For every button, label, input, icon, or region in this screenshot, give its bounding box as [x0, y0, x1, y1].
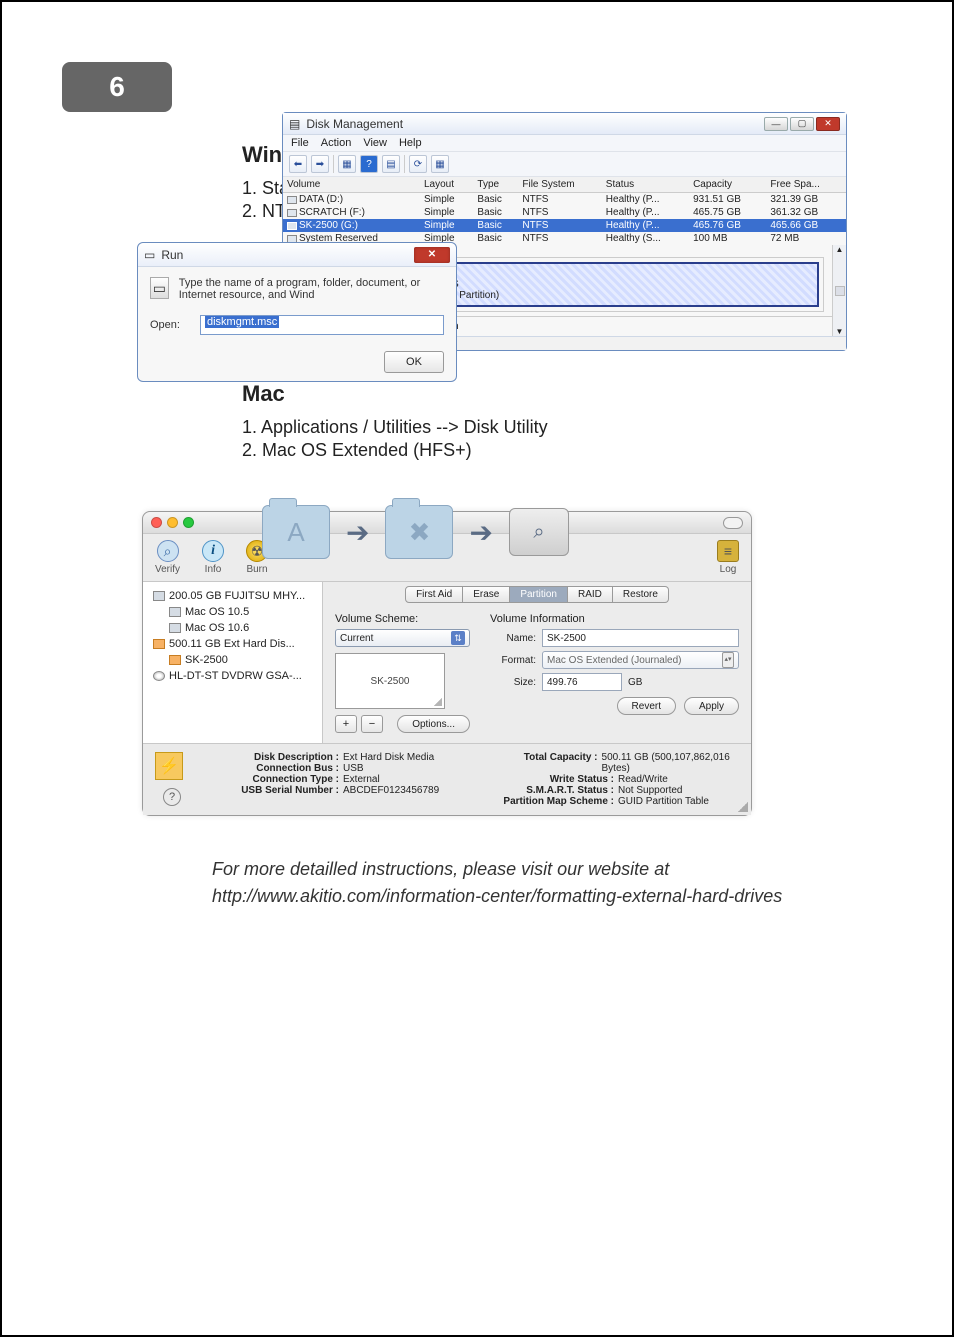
- back-icon[interactable]: ⬅: [289, 155, 307, 173]
- disk-icon: [153, 639, 165, 649]
- disk-management-title: Disk Management: [306, 117, 764, 131]
- close-icon[interactable]: [151, 517, 162, 528]
- menu-file[interactable]: File: [291, 137, 309, 149]
- tab-restore[interactable]: Restore: [613, 586, 669, 603]
- arrow-icon: ➔: [469, 516, 492, 549]
- tab-bar: First AidErasePartitionRAIDRestore: [335, 586, 739, 603]
- list-icon[interactable]: ▤: [382, 155, 400, 173]
- col-volume[interactable]: Volume: [283, 177, 420, 193]
- mac-screenshot: A ➔ ✖ ➔ ⌕ ⌕Verify i: [122, 511, 892, 816]
- usb-disk-icon: ⚡: [155, 752, 183, 780]
- select-stepper-icon: ▴▾: [722, 652, 734, 668]
- help-icon[interactable]: ?: [360, 155, 378, 173]
- table-row[interactable]: DATA (D:)SimpleBasicNTFSHealthy (P...931…: [283, 193, 846, 207]
- run-icon: ▭: [144, 248, 155, 262]
- toolbar: ⬅ ➡ ▦ ? ▤ ⟳ ▦: [283, 152, 846, 177]
- sidebar-item[interactable]: 500.11 GB Ext Hard Dis...: [143, 636, 322, 652]
- name-label: Name:: [490, 633, 536, 644]
- name-input[interactable]: SK-2500: [542, 629, 739, 647]
- sidebar-item[interactable]: 200.05 GB FUJITSU MHY...: [143, 588, 322, 604]
- tab-partition[interactable]: Partition: [510, 586, 568, 603]
- sidebar-item[interactable]: Mac OS 10.6: [143, 620, 322, 636]
- applications-folder-icon: A: [262, 505, 330, 559]
- scrollbar[interactable]: ▲▼: [832, 245, 846, 336]
- sidebar: 200.05 GB FUJITSU MHY...Mac OS 10.5Mac O…: [143, 582, 323, 743]
- col-filesystem[interactable]: File System: [518, 177, 601, 193]
- col-free[interactable]: Free Spa...: [766, 177, 846, 193]
- run-hint-text: Type the name of a program, folder, docu…: [179, 277, 444, 301]
- mac-step-1: 1. Applications / Utilities --> Disk Uti…: [242, 417, 892, 438]
- table-row[interactable]: SCRATCH (F:)SimpleBasicNTFSHealthy (P...…: [283, 206, 846, 219]
- run-dialog-title: Run: [161, 248, 414, 262]
- maximize-button[interactable]: ▢: [790, 117, 814, 131]
- run-dialog: ▭ Run ✕ ▭ Type the name of a program, fo…: [137, 242, 457, 382]
- refresh-icon[interactable]: ⟳: [409, 155, 427, 173]
- resize-grip-icon[interactable]: [738, 802, 748, 812]
- minimize-icon[interactable]: [167, 517, 178, 528]
- disk-icon: [153, 591, 165, 601]
- format-select[interactable]: Mac OS Extended (Journaled) ▴▾: [542, 651, 739, 669]
- grid-icon[interactable]: ▦: [431, 155, 449, 173]
- table-icon[interactable]: ▦: [338, 155, 356, 173]
- utilities-folder-icon: ✖: [385, 505, 453, 559]
- disk-icon: [169, 607, 181, 617]
- sidebar-item[interactable]: SK-2500: [143, 652, 322, 668]
- size-label: Size:: [490, 677, 536, 688]
- footer-text: For more detailled instructions, please …: [212, 856, 892, 910]
- close-button[interactable]: ✕: [816, 117, 840, 131]
- forward-icon[interactable]: ➡: [311, 155, 329, 173]
- add-partition-button[interactable]: +: [335, 715, 357, 733]
- toolbar-toggle-button[interactable]: [723, 517, 743, 529]
- revert-button[interactable]: Revert: [617, 697, 676, 715]
- format-label: Format:: [490, 655, 536, 666]
- menu-help[interactable]: Help: [399, 137, 422, 149]
- sidebar-item[interactable]: HL-DT-ST DVDRW GSA-...: [143, 668, 322, 684]
- partition-layout-box[interactable]: SK-2500: [335, 653, 445, 709]
- volume-scheme-label: Volume Scheme:: [335, 613, 470, 625]
- sidebar-item[interactable]: Mac OS 10.5: [143, 604, 322, 620]
- volume-scheme-select[interactable]: Current ⇅: [335, 629, 470, 647]
- windows-screenshot: ▭ Run ✕ ▭ Type the name of a program, fo…: [122, 242, 922, 351]
- close-button[interactable]: ✕: [414, 247, 450, 263]
- help-icon[interactable]: ?: [163, 788, 181, 806]
- volume-table: Volume Layout Type File System Status Ca…: [283, 177, 846, 245]
- options-button[interactable]: Options...: [397, 715, 470, 733]
- volume-information-label: Volume Information: [490, 613, 739, 625]
- size-input[interactable]: 499.76: [542, 673, 622, 691]
- info-button[interactable]: iInfo: [202, 540, 224, 575]
- disk-info-panel: ⚡ ? Disk Description :Ext Hard Disk Medi…: [143, 743, 751, 815]
- disk-icon: [169, 655, 181, 665]
- menu-view[interactable]: View: [363, 137, 387, 149]
- log-button[interactable]: ≡Log: [717, 540, 739, 575]
- col-capacity[interactable]: Capacity: [689, 177, 766, 193]
- minimize-button[interactable]: —: [764, 117, 788, 131]
- tab-first-aid[interactable]: First Aid: [405, 586, 463, 603]
- menu-action[interactable]: Action: [321, 137, 352, 149]
- disk-management-icon: ▤: [289, 117, 300, 131]
- dropdown-arrow-icon: ⇅: [451, 631, 465, 645]
- arrow-icon: ➔: [346, 516, 369, 549]
- run-open-label: Open:: [150, 319, 190, 331]
- tab-erase[interactable]: Erase: [463, 586, 510, 603]
- tab-raid[interactable]: RAID: [568, 586, 613, 603]
- zoom-icon[interactable]: [183, 517, 194, 528]
- size-unit: GB: [628, 677, 642, 688]
- page-number: 6: [62, 62, 172, 112]
- ok-button[interactable]: OK: [384, 351, 444, 373]
- verify-button[interactable]: ⌕Verify: [155, 540, 180, 575]
- remove-partition-button[interactable]: −: [361, 715, 383, 733]
- menu-bar: File Action View Help: [283, 135, 846, 152]
- table-row[interactable]: SK-2500 (G:)SimpleBasicNTFSHealthy (P...…: [283, 219, 846, 232]
- col-layout[interactable]: Layout: [420, 177, 473, 193]
- col-type[interactable]: Type: [473, 177, 518, 193]
- mac-step-2: 2. Mac OS Extended (HFS+): [242, 440, 892, 461]
- mac-heading: Mac: [242, 381, 892, 407]
- run-open-input[interactable]: diskmgmt.msc: [200, 315, 444, 335]
- run-program-icon: ▭: [150, 277, 169, 299]
- col-status[interactable]: Status: [602, 177, 689, 193]
- disk-utility-app-icon: ⌕: [509, 508, 569, 556]
- disk-icon: [153, 671, 165, 681]
- apply-button[interactable]: Apply: [684, 697, 739, 715]
- disk-icon: [169, 623, 181, 633]
